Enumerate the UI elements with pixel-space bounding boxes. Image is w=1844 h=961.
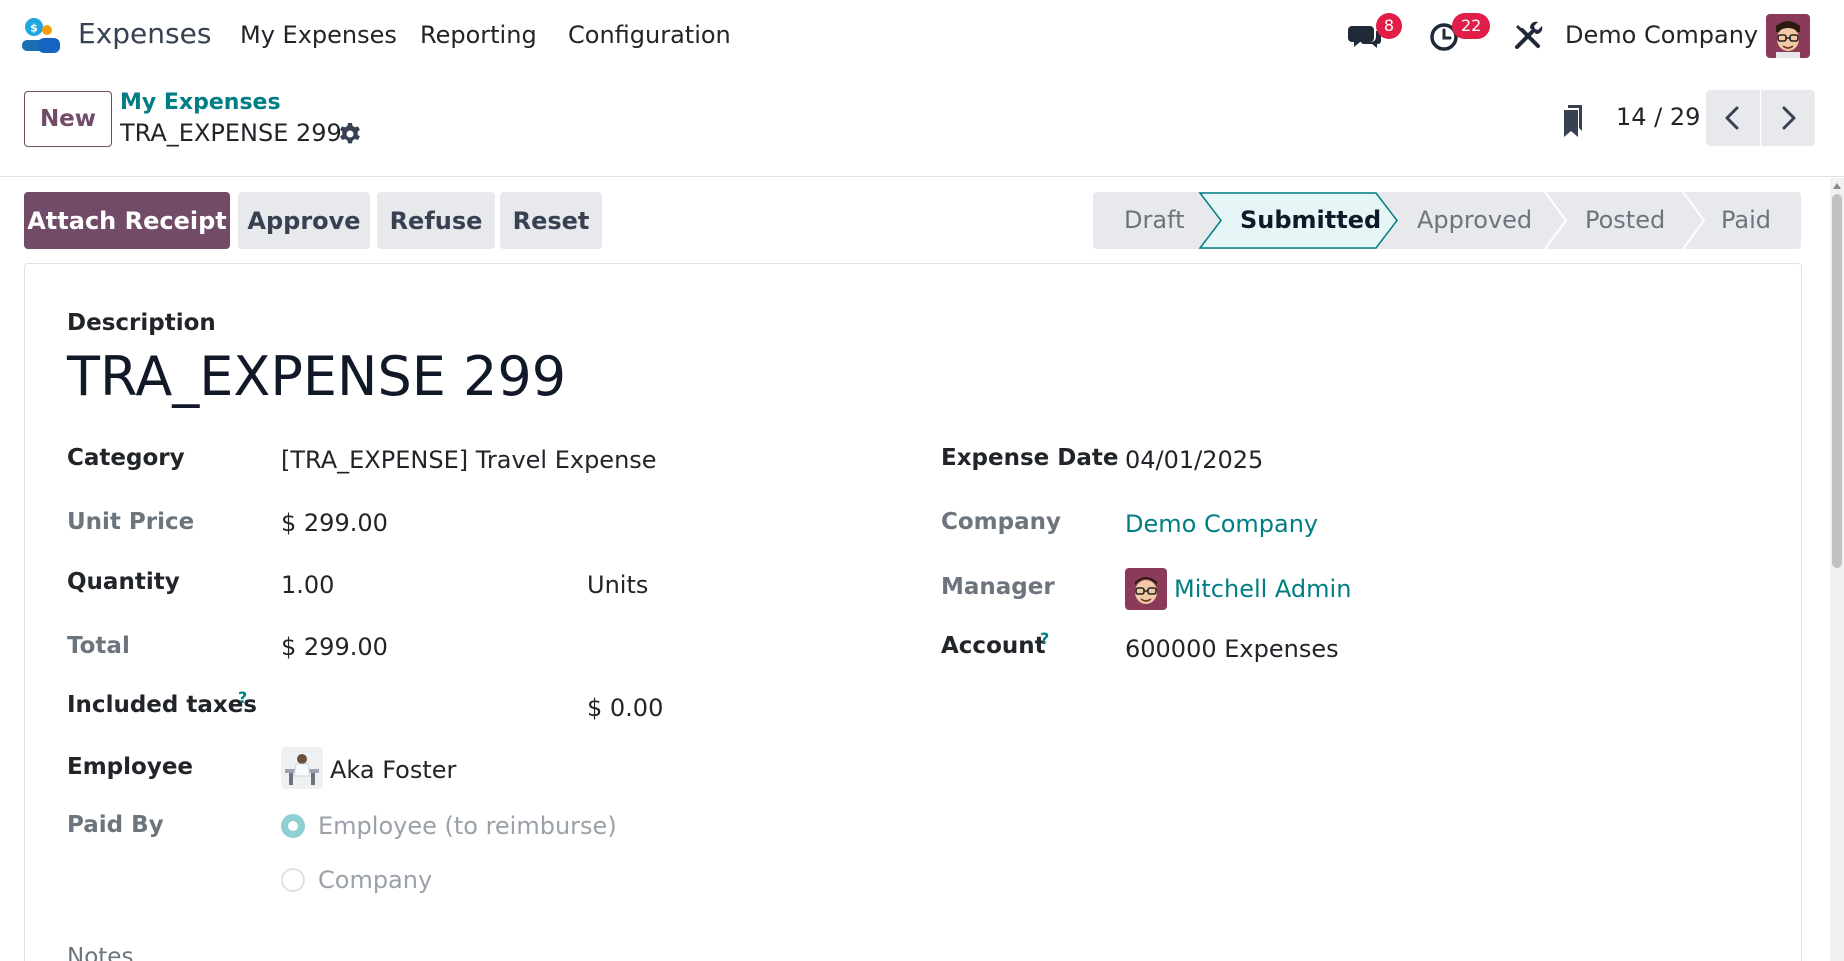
app-name[interactable]: Expenses — [78, 17, 211, 50]
pager-previous-button[interactable] — [1706, 90, 1760, 146]
messages-count-badge: 8 — [1376, 13, 1402, 39]
stage-bar: Draft Submitted Approved Posted Paid — [1093, 192, 1801, 249]
company-switcher[interactable]: Demo Company — [1565, 21, 1758, 49]
manager-field[interactable]: Mitchell Admin — [1174, 575, 1351, 603]
tools-icon[interactable] — [1510, 18, 1546, 54]
stage-submitted[interactable]: Submitted — [1240, 206, 1381, 234]
paid-by-employee-radio[interactable] — [281, 814, 305, 838]
included-taxes-label: Included taxes — [67, 692, 257, 718]
pager-next-button[interactable] — [1761, 90, 1815, 146]
scroll-up-arrow[interactable] — [1833, 183, 1841, 189]
notes-label: Notes — [67, 944, 134, 961]
category-field[interactable]: [TRA_EXPENSE] Travel Expense — [281, 446, 657, 474]
scrollbar-thumb[interactable] — [1832, 194, 1842, 568]
bookmark-icon[interactable] — [1561, 102, 1585, 138]
company-label: Company — [941, 509, 1061, 535]
unit-price-field[interactable]: $ 299.00 — [281, 509, 388, 537]
paid-by-label: Paid By — [67, 812, 164, 838]
included-taxes-field: $ 0.00 — [587, 694, 664, 722]
menu-configuration[interactable]: Configuration — [568, 21, 731, 49]
description-field[interactable]: TRA_EXPENSE 299 — [67, 345, 566, 408]
stage-approved[interactable]: Approved — [1417, 206, 1532, 234]
category-label: Category — [67, 445, 185, 471]
manager-avatar — [1125, 568, 1167, 610]
account-help-tooltip[interactable]: ? — [1040, 629, 1049, 648]
manager-label: Manager — [941, 574, 1055, 600]
breadcrumb-current-record: TRA_EXPENSE 299 — [120, 119, 342, 147]
attach-receipt-button[interactable]: Attach Receipt — [24, 192, 230, 249]
new-button[interactable]: New — [24, 91, 112, 147]
quantity-label: Quantity — [67, 569, 180, 595]
total-label: Total — [67, 633, 130, 659]
company-field[interactable]: Demo Company — [1125, 510, 1318, 538]
pager-value[interactable]: 14 / 29 — [1616, 103, 1700, 131]
paid-by-company-radio[interactable] — [281, 868, 305, 892]
chevron-right-icon — [1782, 106, 1796, 130]
paid-by-company-label[interactable]: Company — [318, 866, 432, 894]
user-avatar[interactable] — [1766, 14, 1810, 58]
account-label: Account — [941, 633, 1046, 659]
stage-paid[interactable]: Paid — [1721, 206, 1771, 234]
uom-field[interactable]: Units — [587, 571, 648, 599]
breadcrumb-my-expenses[interactable]: My Expenses — [120, 90, 281, 115]
menu-my-expenses[interactable]: My Expenses — [240, 21, 397, 49]
total-field: $ 299.00 — [281, 633, 388, 661]
quantity-field[interactable]: 1.00 — [281, 571, 334, 599]
expense-date-label: Expense Date — [941, 445, 1119, 471]
stage-posted[interactable]: Posted — [1585, 206, 1665, 234]
employee-avatar — [281, 747, 323, 789]
gear-icon[interactable] — [338, 122, 362, 146]
refuse-button[interactable]: Refuse — [377, 192, 495, 249]
paid-by-employee-label[interactable]: Employee (to reimburse) — [318, 812, 617, 840]
account-field[interactable]: 600000 Expenses — [1125, 635, 1339, 663]
employee-label: Employee — [67, 754, 194, 780]
reset-button[interactable]: Reset — [500, 192, 602, 249]
unit-price-label: Unit Price — [67, 509, 195, 535]
header-divider — [0, 176, 1844, 177]
taxes-help-tooltip[interactable]: ? — [238, 688, 247, 707]
chevron-left-icon — [1725, 106, 1739, 130]
employee-field[interactable]: Aka Foster — [330, 756, 456, 784]
expenses-app-logo[interactable]: $ — [20, 16, 62, 56]
top-navbar: $ Expenses My Expenses Reporting Configu… — [0, 0, 1844, 72]
stage-draft[interactable]: Draft — [1124, 206, 1185, 234]
approve-button[interactable]: Approve — [238, 192, 370, 249]
activities-count-badge: 22 — [1452, 13, 1491, 39]
expense-date-field[interactable]: 04/01/2025 — [1125, 446, 1263, 474]
svg-text:$: $ — [30, 22, 38, 35]
description-label: Description — [67, 310, 216, 336]
menu-reporting[interactable]: Reporting — [420, 21, 537, 49]
